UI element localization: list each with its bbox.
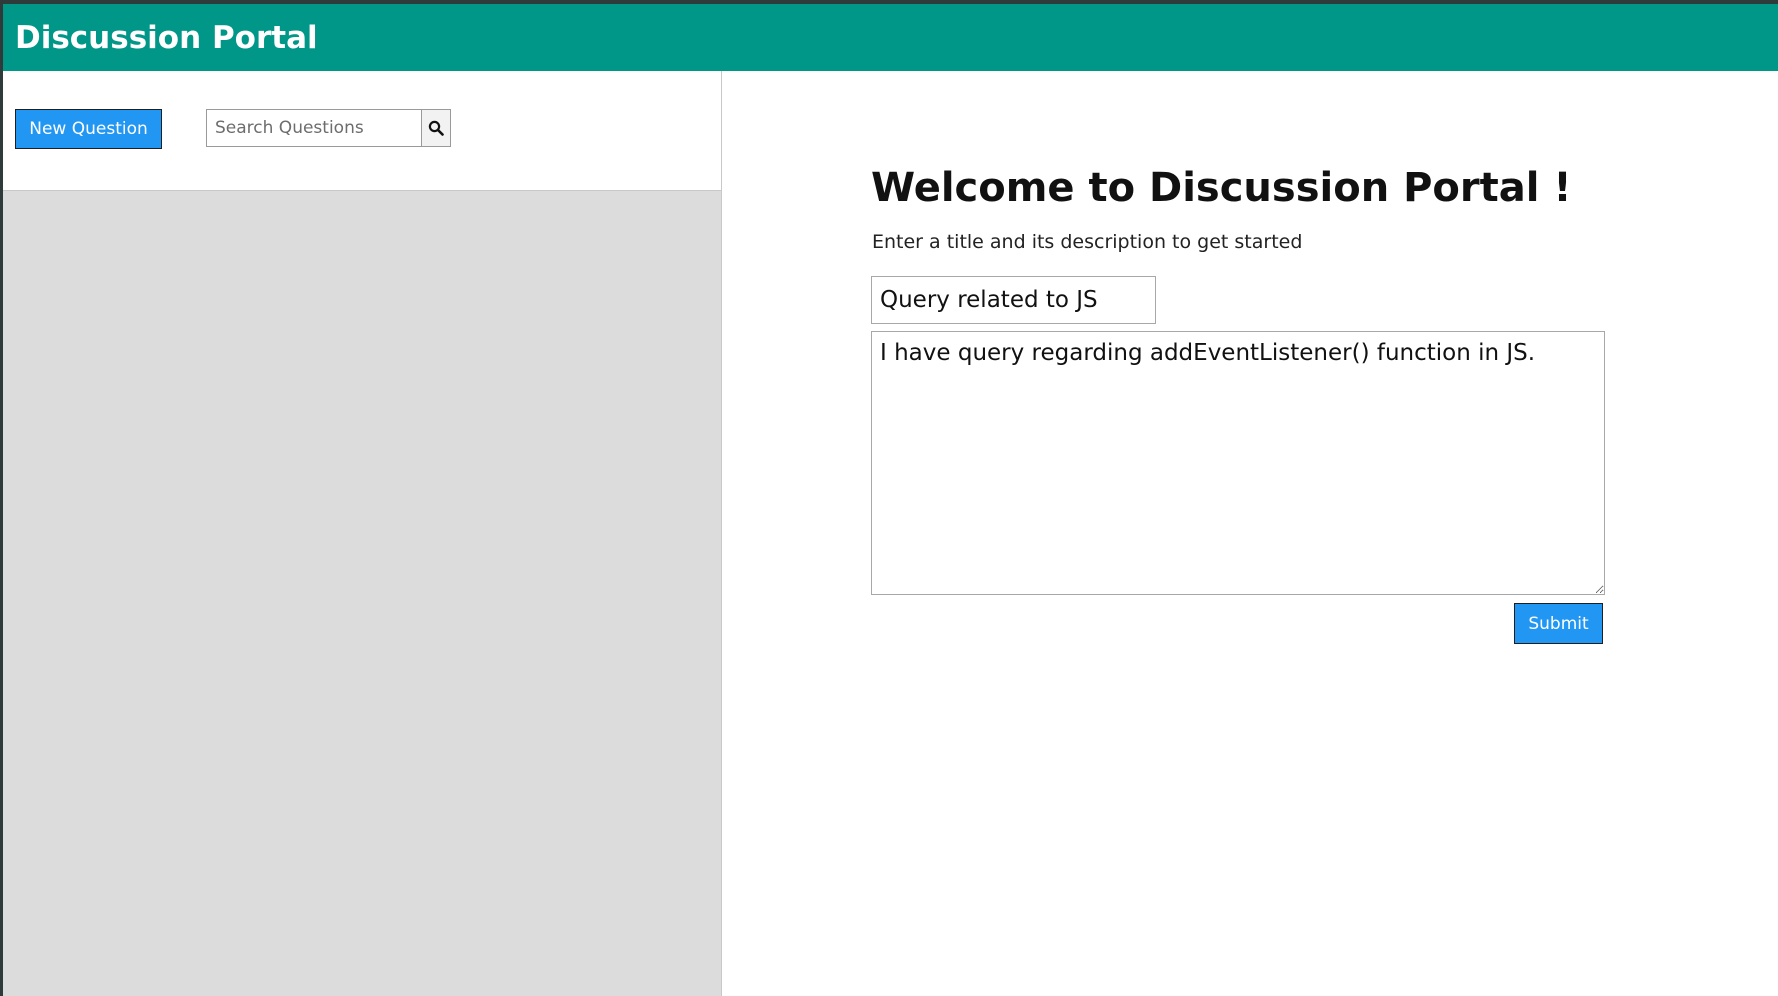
submit-button[interactable]: Submit — [1514, 603, 1603, 644]
search-button[interactable] — [421, 109, 451, 147]
app-window: Discussion Portal New Question Welcome t… — [0, 0, 1778, 996]
left-pane: New Question — [3, 71, 722, 996]
search-input[interactable] — [206, 109, 422, 147]
question-title-input[interactable] — [871, 276, 1156, 324]
app-header: Discussion Portal — [3, 4, 1778, 71]
app-title: Discussion Portal — [15, 19, 318, 56]
new-question-button[interactable]: New Question — [15, 109, 162, 149]
search-icon — [428, 120, 444, 136]
left-toolbar: New Question — [3, 71, 721, 191]
welcome-subtitle: Enter a title and its description to get… — [872, 231, 1303, 253]
right-pane: Welcome to Discussion Portal ! Enter a t… — [723, 71, 1778, 996]
question-description-textarea[interactable]: I have query regarding addEventListener(… — [871, 331, 1605, 595]
welcome-title: Welcome to Discussion Portal ! — [871, 165, 1572, 211]
